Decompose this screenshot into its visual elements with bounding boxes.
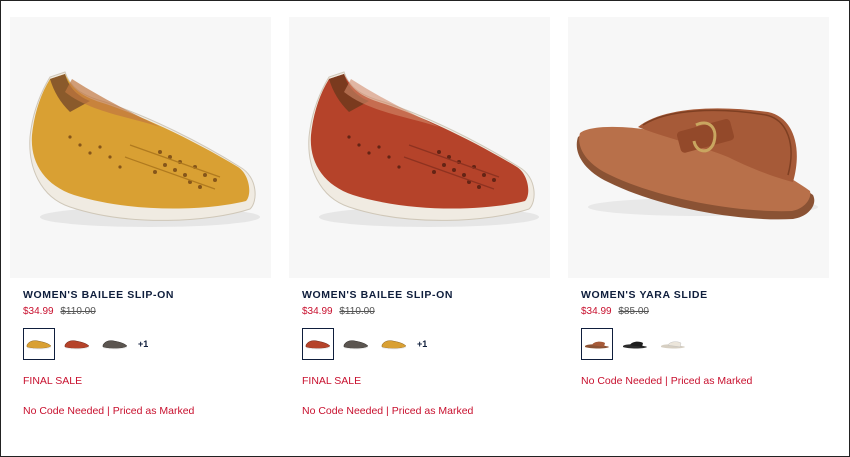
page-frame: WOMEN'S BAILEE SLIP-ON $34.99 $110.00 +1… bbox=[0, 0, 850, 457]
original-price: $110.00 bbox=[339, 306, 375, 317]
sale-price: $34.99 bbox=[23, 306, 54, 317]
color-swatch[interactable] bbox=[619, 328, 651, 360]
more-colors-link[interactable]: +1 bbox=[138, 339, 148, 349]
color-swatch[interactable] bbox=[99, 328, 131, 360]
product-card[interactable]: WOMEN'S BAILEE SLIP-ON $34.99 $110.00 +1… bbox=[10, 17, 271, 418]
product-card[interactable]: WOMEN'S BAILEE SLIP-ON $34.99 $110.00 +1… bbox=[289, 17, 550, 418]
slip-on-shoe-image bbox=[29, 71, 260, 227]
product-name[interactable]: WOMEN'S YARA SLIDE bbox=[568, 288, 829, 302]
product-card[interactable]: WOMEN'S YARA SLIDE $34.99 $85.00 No Code… bbox=[568, 17, 829, 418]
sale-price: $34.99 bbox=[581, 306, 612, 317]
promo-text: No Code Needed | Priced as Marked bbox=[23, 405, 195, 417]
color-swatch[interactable] bbox=[378, 328, 410, 360]
product-grid: WOMEN'S BAILEE SLIP-ON $34.99 $110.00 +1… bbox=[10, 17, 830, 418]
more-colors-link[interactable]: +1 bbox=[417, 339, 427, 349]
color-swatch[interactable] bbox=[657, 328, 689, 360]
original-price: $85.00 bbox=[618, 306, 649, 317]
product-image[interactable] bbox=[10, 17, 271, 278]
final-sale-label: FINAL SALE bbox=[302, 375, 362, 387]
product-name[interactable]: WOMEN'S BAILEE SLIP-ON bbox=[289, 288, 550, 302]
original-price: $110.00 bbox=[60, 306, 96, 317]
product-image[interactable] bbox=[289, 17, 550, 278]
color-swatch[interactable] bbox=[302, 328, 334, 360]
product-prices: $34.99 $110.00 bbox=[289, 305, 550, 319]
final-sale-label: FINAL SALE bbox=[23, 375, 83, 387]
product-image[interactable] bbox=[568, 17, 829, 278]
color-swatches: +1 bbox=[10, 327, 271, 361]
slip-on-shoe-image bbox=[308, 71, 539, 227]
color-swatch[interactable] bbox=[340, 328, 372, 360]
product-prices: $34.99 $110.00 bbox=[10, 305, 271, 319]
color-swatches bbox=[568, 327, 829, 361]
color-swatch[interactable] bbox=[23, 328, 55, 360]
color-swatch[interactable] bbox=[581, 328, 613, 360]
slide-sandal-image bbox=[576, 108, 818, 220]
product-name[interactable]: WOMEN'S BAILEE SLIP-ON bbox=[10, 288, 271, 302]
promo-text: No Code Needed | Priced as Marked bbox=[581, 375, 753, 387]
color-swatches: +1 bbox=[289, 327, 550, 361]
sale-price: $34.99 bbox=[302, 306, 333, 317]
promo-text: No Code Needed | Priced as Marked bbox=[302, 405, 474, 417]
color-swatch[interactable] bbox=[61, 328, 93, 360]
product-prices: $34.99 $85.00 bbox=[568, 305, 829, 319]
